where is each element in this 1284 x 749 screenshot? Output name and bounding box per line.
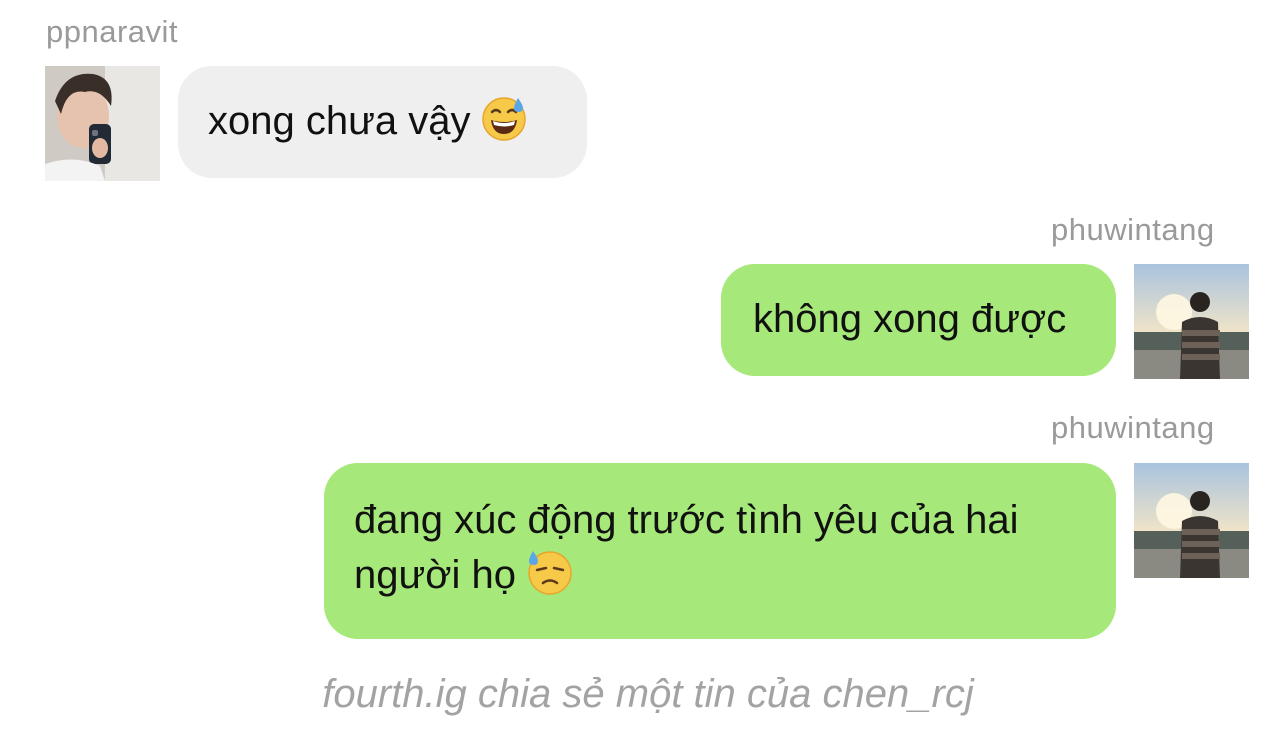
message-text-line: người họ bbox=[354, 548, 1116, 603]
sender-name-ppnaravit: ppnaravit bbox=[46, 14, 179, 49]
message-text: không xong được bbox=[753, 297, 1067, 341]
avatar-phuwintang[interactable] bbox=[1134, 264, 1249, 379]
sender-name-phuwintang: phuwintang bbox=[1051, 212, 1215, 247]
avatar-phuwintang[interactable] bbox=[1134, 463, 1249, 578]
message-text-line: đang xúc động trước tình yêu của hai bbox=[354, 498, 1019, 542]
message-text: xong chưa vậy bbox=[208, 99, 471, 143]
message-text: người họ bbox=[354, 553, 516, 597]
downcast-face-with-sweat-icon bbox=[526, 548, 574, 596]
message-bubble-outgoing[interactable]: không xong được bbox=[721, 264, 1116, 376]
grinning-face-with-sweat-icon bbox=[480, 94, 528, 142]
sender-name-phuwintang: phuwintang bbox=[1051, 410, 1215, 445]
lakeside-avatar-image bbox=[1134, 264, 1249, 379]
share-caption: fourth.ig chia sẻ một tin của chen_rcj bbox=[322, 672, 974, 716]
avatar-ppnaravit[interactable] bbox=[45, 66, 160, 181]
message-bubble-incoming[interactable]: xong chưa vậy bbox=[178, 66, 587, 178]
selfie-avatar-image bbox=[45, 66, 160, 181]
lakeside-avatar-image bbox=[1134, 463, 1249, 578]
message-bubble-outgoing[interactable]: đang xúc động trước tình yêu của hai ngư… bbox=[324, 463, 1116, 639]
